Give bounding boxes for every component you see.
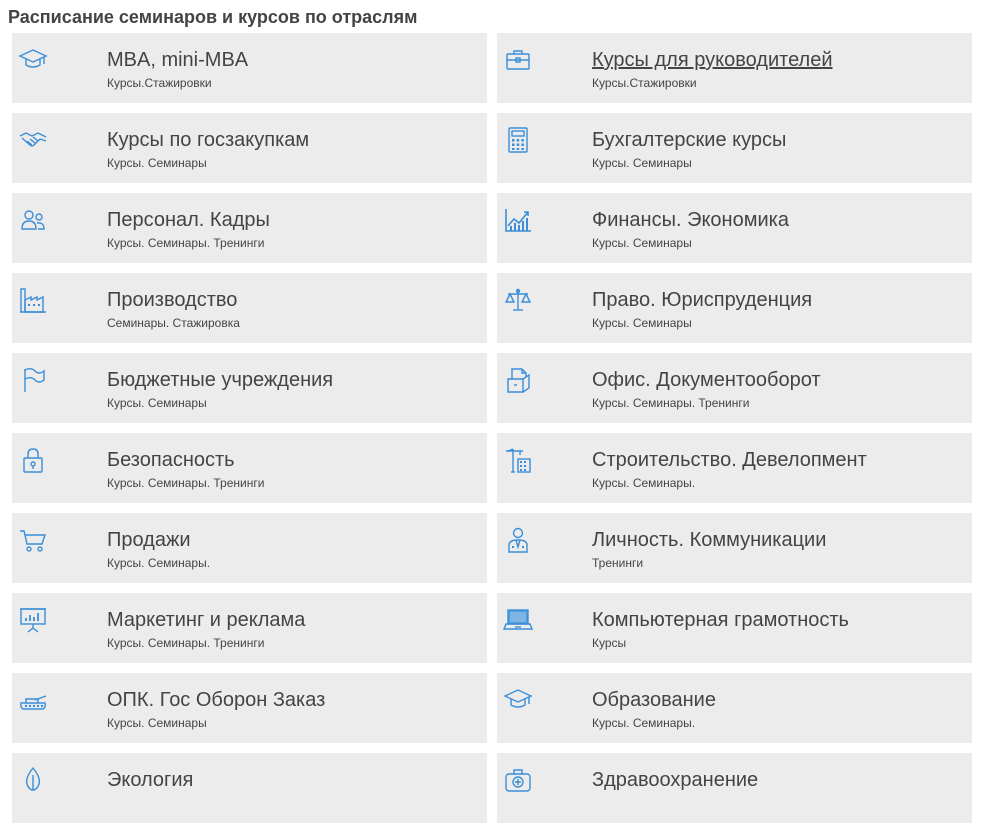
category-title: Персонал. Кадры [107, 209, 270, 231]
calculator-icon [503, 125, 533, 155]
category-card-computer[interactable]: Компьютерная грамотность Курсы [497, 593, 972, 663]
people-icon [18, 205, 48, 235]
category-title: Бухгалтерские курсы [592, 129, 787, 151]
category-subtitle: Тренинги [592, 556, 644, 570]
category-subtitle: Курсы.Стажировки [107, 76, 212, 90]
category-card-sales[interactable]: Продажи Курсы. Семинары. [12, 513, 487, 583]
category-title: ОПК. Гос Оборон Заказ [107, 689, 326, 711]
chart-growth-icon [503, 205, 533, 235]
category-card-production[interactable]: Производство Семинары. Стажировка [12, 273, 487, 343]
category-title: Безопасность [107, 449, 235, 471]
category-subtitle: Курсы. Семинары. Тренинги [107, 236, 265, 250]
category-card-office[interactable]: Офис. Документооборот Курсы. Семинары. Т… [497, 353, 972, 423]
category-title: Образование [592, 689, 716, 711]
category-subtitle: Курсы. Семинары. [107, 556, 211, 570]
category-title: Курсы по госзакупкам [107, 129, 310, 151]
category-title: MBA, mini-MBA [107, 49, 249, 71]
category-subtitle: Курсы. Семинары. Тренинги [592, 396, 750, 410]
laptop-icon [503, 605, 533, 635]
category-card-education[interactable]: Образование Курсы. Семинары. [497, 673, 972, 743]
factory-icon [18, 285, 48, 315]
tank-icon [18, 685, 48, 715]
page-title: Расписание семинаров и курсов по отрасля… [8, 7, 418, 27]
presentation-board-icon [18, 605, 48, 635]
handshake-icon [18, 125, 48, 155]
category-subtitle: Курсы.Стажировки [592, 76, 697, 90]
scales-icon [503, 285, 533, 315]
documents-box-icon [503, 365, 533, 395]
category-subtitle: Курсы. Семинары. Тренинги [107, 636, 265, 650]
category-subtitle: Курсы [592, 636, 627, 650]
category-subtitle: Курсы. Семинары. [592, 716, 696, 730]
crane-building-icon [503, 445, 533, 475]
category-title: Производство [107, 289, 238, 311]
category-card-ecology[interactable]: Экология [12, 753, 487, 823]
category-subtitle: Курсы. Семинары [592, 156, 692, 170]
lock-icon [18, 445, 48, 475]
category-card-personality[interactable]: Личность. Коммуникации Тренинги [497, 513, 972, 583]
shopping-cart-icon [18, 525, 48, 555]
category-card-accounting[interactable]: Бухгалтерские курсы Курсы. Семинары [497, 113, 972, 183]
category-subtitle: Курсы. Семинары [107, 156, 207, 170]
category-title[interactable]: Курсы для руководителей [592, 48, 833, 72]
category-title: Продажи [107, 529, 191, 551]
category-grid: MBA, mini-MBA Курсы.Стажировки Курсы для… [12, 33, 972, 823]
graduation-cap-icon [503, 685, 533, 715]
category-card-mba[interactable]: MBA, mini-MBA Курсы.Стажировки [12, 33, 487, 103]
category-card-healthcare[interactable]: Здравоохранение [497, 753, 972, 823]
category-card-hr[interactable]: Персонал. Кадры Курсы. Семинары. Тренинг… [12, 193, 487, 263]
briefcase-icon [503, 45, 533, 75]
category-title: Право. Юриспруденция [592, 289, 813, 311]
category-card-budget[interactable]: Бюджетные учреждения Курсы. Семинары [12, 353, 487, 423]
category-subtitle: Курсы. Семинары [107, 716, 207, 730]
category-title: Офис. Документооборот [592, 369, 821, 391]
category-title: Личность. Коммуникации [592, 529, 827, 551]
leaf-drop-icon [18, 765, 48, 795]
category-card-security[interactable]: Безопасность Курсы. Семинары. Тренинги [12, 433, 487, 503]
category-subtitle: Курсы. Семинары. [592, 476, 696, 490]
category-title: Строительство. Девелопмент [592, 449, 867, 471]
category-title: Финансы. Экономика [592, 209, 789, 231]
medical-kit-icon [503, 765, 533, 795]
category-card-managers[interactable]: Курсы для руководителей Курсы.Стажировки [497, 33, 972, 103]
category-subtitle: Курсы. Семинары [592, 236, 692, 250]
category-card-law[interactable]: Право. Юриспруденция Курсы. Семинары [497, 273, 972, 343]
category-subtitle: Курсы. Семинары [107, 396, 207, 410]
flag-icon [18, 365, 48, 395]
graduation-cap-icon [18, 45, 48, 75]
category-title: Экология [107, 769, 194, 791]
category-card-finance[interactable]: Финансы. Экономика Курсы. Семинары [497, 193, 972, 263]
category-card-defense[interactable]: ОПК. Гос Оборон Заказ Курсы. Семинары [12, 673, 487, 743]
category-card-procurement[interactable]: Курсы по госзакупкам Курсы. Семинары [12, 113, 487, 183]
category-card-construction[interactable]: Строительство. Девелопмент Курсы. Семина… [497, 433, 972, 503]
category-subtitle: Курсы. Семинары. Тренинги [107, 476, 265, 490]
person-suit-icon [503, 525, 533, 555]
category-title: Бюджетные учреждения [107, 369, 334, 391]
category-card-marketing[interactable]: Маркетинг и реклама Курсы. Семинары. Тре… [12, 593, 487, 663]
category-title: Здравоохранение [592, 769, 759, 791]
category-subtitle: Семинары. Стажировка [107, 316, 240, 330]
category-title: Маркетинг и реклама [107, 609, 306, 631]
category-subtitle: Курсы. Семинары [592, 316, 692, 330]
category-title: Компьютерная грамотность [592, 609, 849, 631]
